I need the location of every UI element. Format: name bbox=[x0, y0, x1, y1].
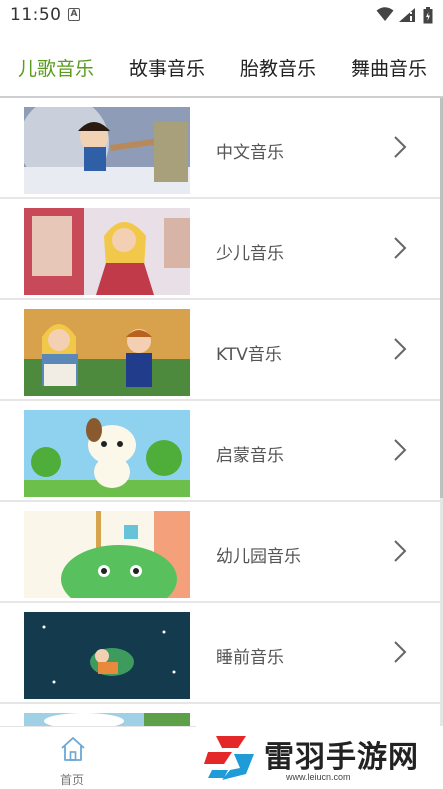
chevron-right-icon bbox=[394, 136, 407, 158]
category-tabs: 儿歌音乐 故事音乐 胎教音乐 舞曲音乐 bbox=[0, 30, 443, 96]
chevron-right-icon bbox=[394, 338, 407, 360]
chevron-right-icon bbox=[394, 540, 407, 562]
home-icon bbox=[61, 737, 85, 761]
chevron-right-icon bbox=[394, 237, 407, 259]
list-item[interactable]: 少儿音乐 bbox=[0, 199, 440, 298]
battery-icon bbox=[423, 7, 433, 24]
list-item[interactable]: 幼儿园音乐 bbox=[0, 502, 440, 601]
princess-thumbnail bbox=[24, 208, 190, 295]
tab-prenatal-music[interactable]: 胎教音乐 bbox=[240, 54, 316, 81]
signal-icon bbox=[399, 8, 415, 22]
list-item-label: 启蒙音乐 bbox=[216, 446, 284, 466]
watermark-logo bbox=[204, 736, 254, 780]
watermark-text: 雷羽手游网 bbox=[264, 740, 419, 775]
music-category-list: 中文音乐 少儿音乐 KTV音乐 启蒙音乐 幼儿园音乐 睡前音乐 bbox=[0, 96, 443, 726]
green-monster-thumbnail bbox=[24, 511, 190, 598]
snow-white-thumbnail bbox=[24, 107, 190, 194]
list-item[interactable]: 中文音乐 bbox=[0, 98, 440, 197]
notification-icon: A bbox=[68, 8, 80, 21]
puppy-thumbnail bbox=[24, 410, 190, 497]
tab-children-songs[interactable]: 儿歌音乐 bbox=[18, 54, 94, 81]
list-item[interactable]: 睡前音乐 bbox=[0, 603, 440, 702]
nav-home-button[interactable] bbox=[58, 735, 88, 767]
chevron-right-icon bbox=[394, 641, 407, 663]
watermark: 雷羽手游网 www.leiucn.com bbox=[196, 726, 443, 789]
wifi-icon bbox=[376, 7, 394, 21]
tab-story-music[interactable]: 故事音乐 bbox=[129, 54, 205, 81]
list-item-label: 中文音乐 bbox=[216, 143, 284, 163]
moon-girl-thumbnail bbox=[24, 612, 190, 699]
nav-home-label: 首页 bbox=[60, 773, 85, 787]
list-item[interactable]: 启蒙音乐 bbox=[0, 401, 440, 500]
list-item-label: 幼儿园音乐 bbox=[216, 547, 301, 567]
partial-thumbnail bbox=[24, 713, 190, 726]
status-bar: 11:50 A bbox=[0, 0, 443, 30]
list-item[interactable] bbox=[0, 704, 440, 726]
status-time: 11:50 bbox=[10, 5, 62, 25]
chevron-right-icon bbox=[394, 439, 407, 461]
watermark-url: www.leiucn.com bbox=[286, 772, 351, 782]
list-item[interactable]: KTV音乐 bbox=[0, 300, 440, 399]
list-item-label: 睡前音乐 bbox=[216, 648, 284, 668]
tab-dance-music[interactable]: 舞曲音乐 bbox=[351, 54, 427, 81]
list-item-label: 少儿音乐 bbox=[216, 244, 284, 264]
list-item-label: KTV音乐 bbox=[216, 345, 282, 365]
prince-princess-thumbnail bbox=[24, 309, 190, 396]
